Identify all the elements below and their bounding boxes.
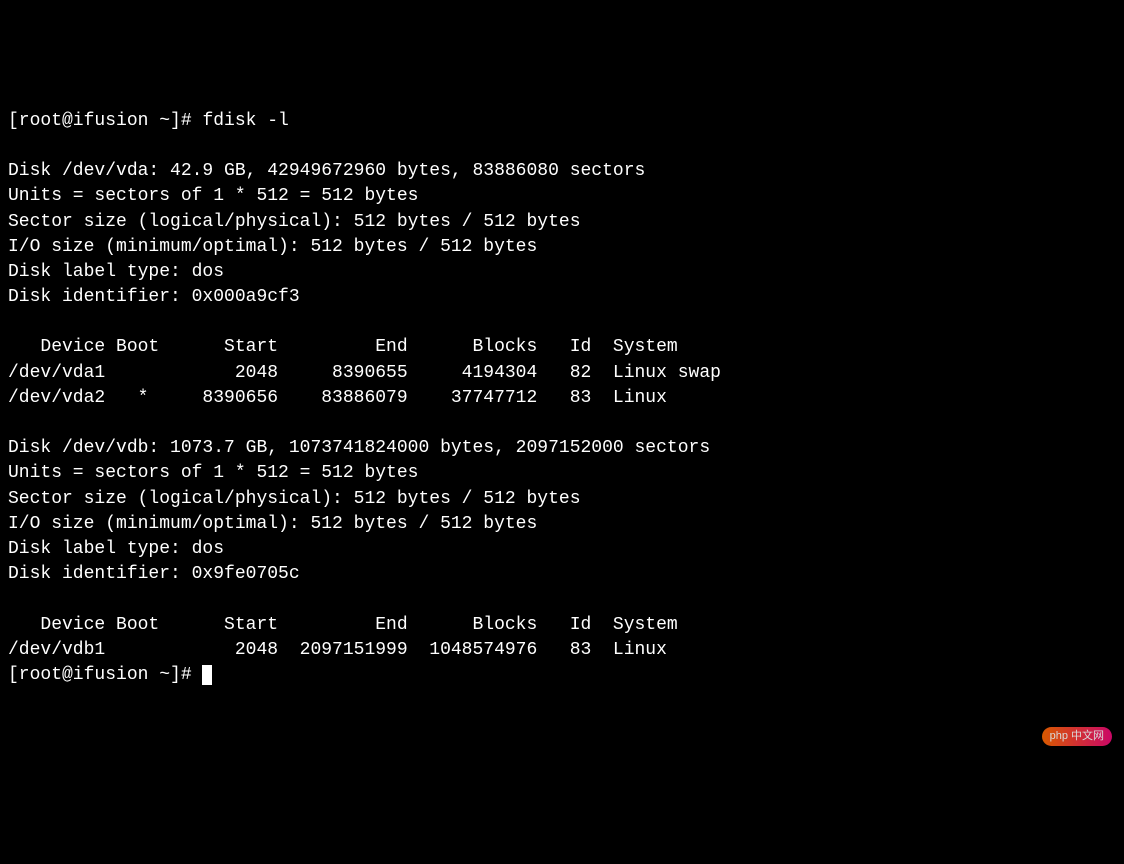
disk-b-label-type: Disk label type: dos [8,539,224,559]
partition-table-header: Device Boot Start End Blocks Id System [8,615,678,635]
terminal-output[interactable]: [root@ifusion ~]# fdisk -l Disk /dev/vda… [8,109,1116,688]
cursor-icon [202,665,212,685]
prompt-prefix: [root@ifusion ~]# [8,111,202,131]
partition-row: /dev/vda2 * 8390656 83886079 37747712 83… [8,388,667,408]
disk-a-units: Units = sectors of 1 * 512 = 512 bytes [8,186,418,206]
disk-b-header: Disk /dev/vdb: 1073.7 GB, 1073741824000 … [8,438,710,458]
disk-a-io-size: I/O size (minimum/optimal): 512 bytes / … [8,237,537,257]
disk-a-label-type: Disk label type: dos [8,262,224,282]
disk-b-units: Units = sectors of 1 * 512 = 512 bytes [8,463,418,483]
disk-b-identifier: Disk identifier: 0x9fe0705c [8,564,300,584]
disk-b-io-size: I/O size (minimum/optimal): 512 bytes / … [8,514,537,534]
disk-a-sector-size: Sector size (logical/physical): 512 byte… [8,212,581,232]
prompt-prefix: [root@ifusion ~]# [8,665,202,685]
disk-a-identifier: Disk identifier: 0x000a9cf3 [8,287,300,307]
partition-row: /dev/vdb1 2048 2097151999 1048574976 83 … [8,640,667,660]
partition-table-header: Device Boot Start End Blocks Id System [8,337,678,357]
disk-a-header: Disk /dev/vda: 42.9 GB, 42949672960 byte… [8,161,645,181]
partition-row: /dev/vda1 2048 8390655 4194304 82 Linux … [8,363,721,383]
watermark-badge: php 中文网 [1042,727,1112,746]
disk-b-sector-size: Sector size (logical/physical): 512 byte… [8,489,581,509]
command-text: fdisk -l [202,111,288,131]
